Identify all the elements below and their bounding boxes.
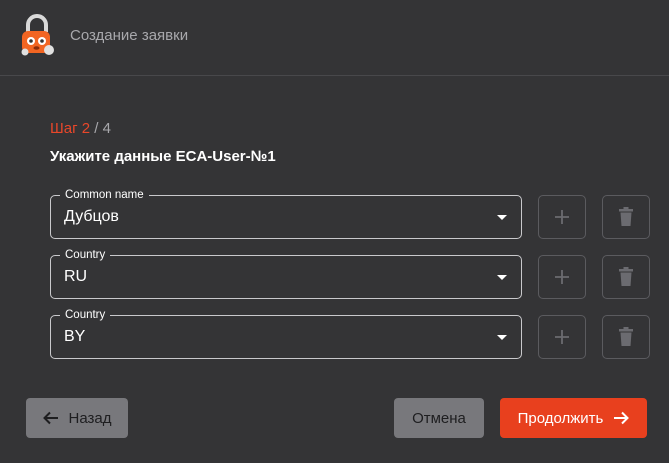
step-current: Шаг 2 [50, 120, 91, 137]
step-indicator: Шаг 2 / 4 [50, 120, 111, 137]
plus-icon [555, 270, 569, 284]
step-separator: / [90, 120, 103, 137]
field-value: RU [64, 268, 88, 285]
page-title: Создание заявки [70, 27, 189, 44]
back-button-label: Назад [68, 409, 112, 427]
cancel-button[interactable]: Отмена [394, 398, 484, 438]
add-button[interactable] [538, 315, 586, 359]
continue-button[interactable]: Продолжить [500, 398, 647, 438]
form-row: Country RU [50, 247, 650, 299]
common-name-select[interactable]: Common name Дубцов [50, 187, 522, 239]
field-label: Common name [60, 187, 149, 203]
country-select[interactable]: Country RU [50, 247, 522, 299]
caret-down-icon [497, 215, 507, 220]
caret-down-icon [497, 275, 507, 280]
field-value: Дубцов [64, 208, 119, 225]
field-value: BY [64, 328, 86, 345]
trash-icon [619, 207, 633, 226]
cancel-button-label: Отмена [412, 409, 466, 427]
arrow-right-icon [614, 411, 630, 425]
field-label: Country [60, 247, 111, 263]
plus-icon [555, 330, 569, 344]
country-select[interactable]: Country BY [50, 307, 522, 359]
add-button[interactable] [538, 195, 586, 239]
field-label: Country [60, 307, 111, 323]
caret-down-icon [497, 335, 507, 340]
form-row: Common name Дубцов [50, 187, 650, 239]
delete-button[interactable] [602, 255, 650, 299]
trash-icon [619, 267, 633, 286]
step-total: 4 [102, 120, 111, 137]
form-row: Country BY [50, 307, 650, 359]
back-button[interactable]: Назад [26, 398, 128, 438]
plus-icon [555, 210, 569, 224]
arrow-left-icon [42, 411, 58, 425]
delete-button[interactable] [602, 195, 650, 239]
app-header: Создание заявки [0, 0, 669, 76]
continue-button-label: Продолжить [517, 409, 604, 427]
delete-button[interactable] [602, 315, 650, 359]
padlock-mascot-icon [21, 14, 54, 56]
form-subtitle: Укажите данные ECA-User-№1 [50, 148, 276, 165]
add-button[interactable] [538, 255, 586, 299]
trash-icon [619, 327, 633, 346]
